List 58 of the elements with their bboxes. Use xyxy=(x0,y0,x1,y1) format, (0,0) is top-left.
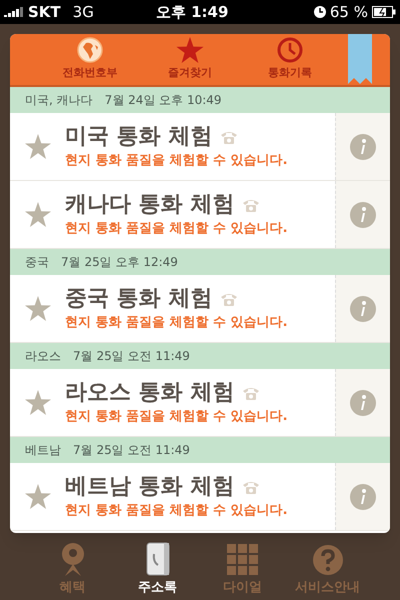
info-icon xyxy=(360,139,366,154)
battery-icon xyxy=(372,6,396,18)
info-button[interactable] xyxy=(350,296,376,322)
region-text: 미국, 캐나다 xyxy=(25,92,93,109)
phone-icon xyxy=(242,480,260,494)
row-subtitle: 현지 통화 품질을 체험할 수 있습니다. xyxy=(65,502,289,520)
info-button[interactable] xyxy=(350,202,376,228)
info-icon xyxy=(360,489,366,504)
region-text: 라오스 xyxy=(25,348,61,365)
info-icon xyxy=(360,301,366,316)
address-book-icon xyxy=(144,542,170,576)
list-row[interactable]: 미국 통화 체험 현지 통화 품질을 체험할 수 있습니다. xyxy=(10,113,390,181)
info-button[interactable] xyxy=(350,134,376,160)
row-subtitle: 현지 통화 품질을 체험할 수 있습니다. xyxy=(65,220,289,238)
alarm-icon xyxy=(314,6,326,18)
signal-icon xyxy=(4,7,24,17)
list-row[interactable]: 라오스 통화 체험 현지 통화 품질을 체험할 수 있습니다. xyxy=(10,369,390,437)
battery-text: 65 % xyxy=(330,2,368,23)
info-icon xyxy=(360,207,366,222)
list-row[interactable]: 캐나다 통화 체험 현지 통화 품질을 체험할 수 있습니다. xyxy=(10,181,390,249)
date-text: 7월 25일 오후 12:49 xyxy=(61,254,178,271)
info-button[interactable] xyxy=(350,390,376,416)
list-row[interactable]: 중국 통화 체험 현지 통화 품질을 체험할 수 있습니다. xyxy=(10,275,390,343)
globe-icon xyxy=(77,37,103,64)
phone-icon xyxy=(220,130,238,144)
question-icon xyxy=(312,544,344,576)
star-icon xyxy=(176,37,204,64)
carrier-text: SKT xyxy=(28,2,61,23)
star-icon[interactable] xyxy=(24,296,50,321)
row-subtitle: 현지 통화 품질을 체험할 수 있습니다. xyxy=(65,314,289,332)
date-text: 7월 25일 오전 11:49 xyxy=(73,442,190,459)
star-icon[interactable] xyxy=(24,484,50,509)
row-subtitle: 현지 통화 품질을 체험할 수 있습니다. xyxy=(65,152,289,170)
list-row[interactable]: 베트남 통화 체험 현지 통화 품질을 체험할 수 있습니다. xyxy=(10,463,390,531)
region-text: 중국 xyxy=(25,254,49,271)
row-title: 캐나다 통화 체험 xyxy=(65,191,234,218)
date-text: 7월 25일 오전 11:49 xyxy=(73,348,190,365)
row-title: 중국 통화 체험 xyxy=(65,285,212,312)
clock-icon xyxy=(277,37,303,64)
row-title: 라오스 통화 체험 xyxy=(65,379,234,406)
phone-icon xyxy=(220,292,238,306)
date-text: 7월 24일 오후 10:49 xyxy=(104,92,222,109)
time-text: 오후 1:49 xyxy=(156,2,228,23)
bottom-tab[interactable]: 주소록 xyxy=(115,533,200,600)
star-icon[interactable] xyxy=(24,390,50,415)
row-title: 미국 통화 체험 xyxy=(65,123,212,150)
row-title: 베트남 통화 체험 xyxy=(65,473,234,500)
row-subtitle: 현지 통화 품질을 체험할 수 있습니다. xyxy=(65,408,289,426)
info-icon xyxy=(360,395,366,410)
keypad-icon xyxy=(226,544,258,576)
info-button[interactable] xyxy=(350,484,376,510)
star-icon[interactable] xyxy=(24,202,50,227)
phone-icon xyxy=(242,386,260,400)
region-text: 베트남 xyxy=(25,442,61,459)
bookmark-ribbon-icon xyxy=(348,34,372,84)
phone-icon xyxy=(242,198,260,212)
network-text: 3G xyxy=(72,2,94,23)
star-icon[interactable] xyxy=(24,134,50,159)
